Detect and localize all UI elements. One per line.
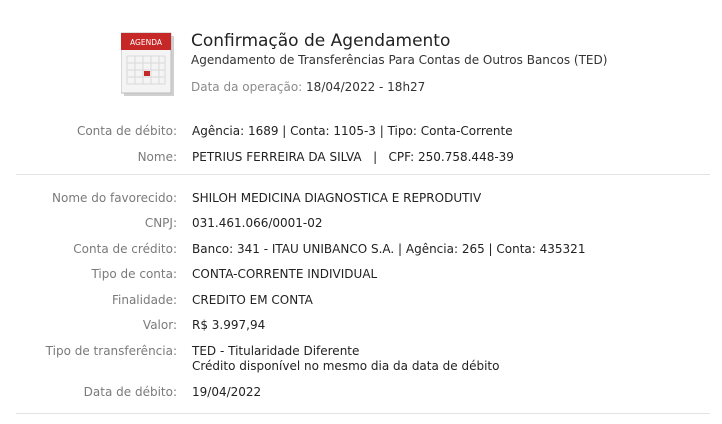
operation-date-label: Data da operação:	[191, 80, 303, 94]
transfer-type-label: Tipo de transferência:	[45, 344, 177, 358]
name-label: Nome:	[137, 150, 177, 164]
credit-account-label: Conta de crédito:	[73, 242, 177, 256]
favorecido-value: SHILOH MEDICINA DIAGNOSTICA E REPRODUTIV	[192, 191, 482, 205]
transfer-type-note: Crédito disponível no mesmo dia da data …	[192, 359, 500, 373]
page-title: Confirmação de Agendamento	[191, 31, 451, 51]
account-type-value: CONTA-CORRENTE INDIVIDUAL	[192, 267, 378, 281]
purpose-label: Finalidade:	[111, 293, 177, 307]
debit-account-label: Conta de débito:	[76, 124, 177, 138]
account-type-label: Tipo de conta:	[91, 267, 177, 281]
operation-date: Data da operação: 18/04/2022 - 18h27	[191, 80, 425, 94]
cnpj-label: CNPJ:	[144, 216, 177, 230]
calendar-icon: AGENDA	[121, 32, 174, 96]
credit-account-value: Banco: 341 - ITAU UNIBANCO S.A. | Agênci…	[192, 242, 586, 256]
amount-label: Valor:	[142, 318, 177, 332]
confirmation-page: AGENDA Confirmação de Agendamento Agenda…	[0, 0, 722, 424]
debit-account-value: Agência: 1689 | Conta: 1105-3 | Tipo: Co…	[192, 124, 513, 138]
cnpj-value: 031.461.066/0001-02	[192, 216, 323, 230]
bottom-divider	[16, 413, 710, 414]
section-divider	[16, 174, 710, 175]
operation-date-value: 18/04/2022 - 18h27	[306, 80, 426, 94]
calendar-icon-label: AGENDA	[130, 38, 163, 47]
favorecido-label: Nome do favorecido:	[52, 191, 177, 205]
amount-value: R$ 3.997,94	[192, 318, 266, 332]
name-value: PETRIUS FERREIRA DA SILVA | CPF: 250.758…	[192, 150, 514, 164]
debit-date-value: 19/04/2022	[192, 385, 262, 399]
debit-date-label: Data de débito:	[83, 385, 177, 399]
page-subtitle: Agendamento de Transferências Para Conta…	[191, 53, 608, 67]
transfer-type-value: TED - Titularidade Diferente	[192, 344, 360, 358]
purpose-value: CREDITO EM CONTA	[192, 293, 313, 307]
